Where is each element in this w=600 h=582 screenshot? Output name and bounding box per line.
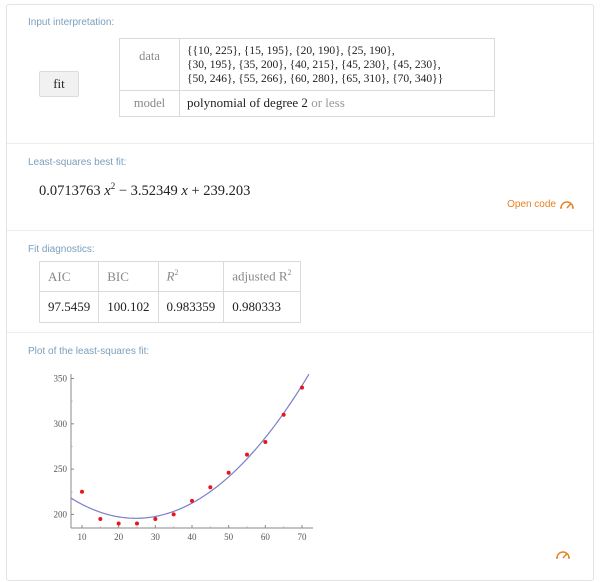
best-fit-pod: Least-squares best fit: 0.0713763 x2 − 3… bbox=[7, 145, 593, 231]
model-key: model bbox=[119, 90, 180, 117]
data-point bbox=[208, 485, 213, 490]
data-point bbox=[190, 498, 194, 503]
data-point bbox=[300, 385, 304, 390]
model-row: model polynomial of degree 2 or less bbox=[119, 90, 495, 117]
data-point bbox=[171, 512, 176, 517]
data-point bbox=[281, 412, 286, 417]
fit-formula: 0.0713763 x2 − 3.52349 x + 239.203 bbox=[39, 181, 251, 199]
fit-diagnostics-pod: Fit diagnostics: AIC BIC R2 adjusted R2 … bbox=[7, 232, 593, 333]
value-aic: 97.5459 bbox=[38, 291, 100, 323]
input-interpretation-pod: Input interpretation: fit data {{10, 225… bbox=[7, 5, 593, 144]
data-point bbox=[226, 470, 231, 475]
open-code-icon bbox=[560, 201, 574, 209]
data-value: {{10, 225}, {15, 195}, {20, 190}, {25, 1… bbox=[179, 38, 495, 91]
coef-c: 239.203 bbox=[203, 182, 251, 199]
data-point bbox=[116, 521, 121, 526]
data-point bbox=[153, 516, 158, 521]
open-code-link[interactable]: Open code bbox=[507, 199, 575, 210]
data-point bbox=[135, 521, 139, 526]
open-code-label: Open code bbox=[507, 199, 556, 210]
data-point bbox=[245, 452, 249, 457]
diagnostics-value-row: 97.5459 100.102 0.983359 0.980333 bbox=[38, 291, 301, 323]
y-tick-label: 300 bbox=[54, 419, 68, 429]
x-tick-label: 70 bbox=[298, 532, 308, 542]
x-tick-label: 20 bbox=[114, 532, 124, 542]
y-tick-label: 350 bbox=[54, 374, 68, 384]
exponent: 2 bbox=[110, 181, 116, 191]
header-bic: BIC bbox=[98, 261, 159, 292]
data-point bbox=[263, 439, 268, 444]
plot-title: Plot of the least-squares fit: bbox=[28, 346, 150, 357]
data-key: data bbox=[119, 38, 180, 91]
data-point bbox=[98, 516, 103, 521]
y-tick-label: 200 bbox=[54, 509, 68, 519]
header-adjusted-r2: adjusted R2 bbox=[223, 261, 301, 292]
data-row: data {{10, 225}, {15, 195}, {20, 190}, {… bbox=[119, 38, 495, 91]
results-panel: Input interpretation: fit data {{10, 225… bbox=[6, 4, 594, 581]
data-line: {30, 195}, {35, 200}, {40, 215}, {45, 23… bbox=[187, 59, 441, 71]
input-interpretation-title: Input interpretation: bbox=[28, 17, 115, 28]
x-tick-label: 30 bbox=[151, 532, 161, 542]
x-tick-label: 10 bbox=[78, 532, 88, 542]
fit-plot: 10 20 30 40 50 60 70 200 250 300 350 bbox=[54, 373, 313, 542]
interpretation-table: data {{10, 225}, {15, 195}, {20, 190}, {… bbox=[119, 38, 495, 117]
x-tick-label: 60 bbox=[261, 532, 271, 542]
plot-pod: Plot of the least-squares fit: 10 20 30 40 5… bbox=[7, 334, 593, 582]
coef-a: 0.0713763 bbox=[39, 182, 101, 199]
coef-b: 3.52349 bbox=[130, 182, 178, 199]
value-adjusted-r2: 0.980333 bbox=[223, 291, 301, 323]
data-point bbox=[80, 489, 84, 494]
fit-curve bbox=[70, 373, 310, 519]
x-tick-label: 50 bbox=[224, 532, 234, 542]
model-text: polynomial of degree 2 bbox=[187, 95, 308, 110]
model-suffix: or less bbox=[307, 95, 345, 110]
y-tick-label: 250 bbox=[54, 464, 68, 474]
header-r2: R2 bbox=[157, 261, 225, 292]
var-x: x bbox=[181, 182, 188, 199]
x-tick-label: 40 bbox=[188, 532, 198, 542]
header-aic: AIC bbox=[38, 261, 100, 292]
fit-diagnostics-title: Fit diagnostics: bbox=[28, 244, 95, 255]
value-bic: 100.102 bbox=[98, 291, 159, 323]
open-code-icon[interactable] bbox=[555, 549, 571, 560]
fit-button[interactable]: fit bbox=[39, 71, 79, 97]
diagnostics-header-row: AIC BIC R2 adjusted R2 bbox=[38, 261, 301, 292]
diagnostics-table: AIC BIC R2 adjusted R2 97.5459 100.102 0… bbox=[38, 261, 301, 323]
best-fit-title: Least-squares best fit: bbox=[28, 157, 127, 168]
value-r2: 0.983359 bbox=[157, 291, 225, 323]
data-line: {{10, 225}, {15, 195}, {20, 190}, {25, 1… bbox=[187, 45, 395, 57]
model-value: polynomial of degree 2 or less bbox=[179, 90, 495, 117]
data-line: {50, 246}, {55, 266}, {60, 280}, {65, 31… bbox=[187, 73, 444, 85]
